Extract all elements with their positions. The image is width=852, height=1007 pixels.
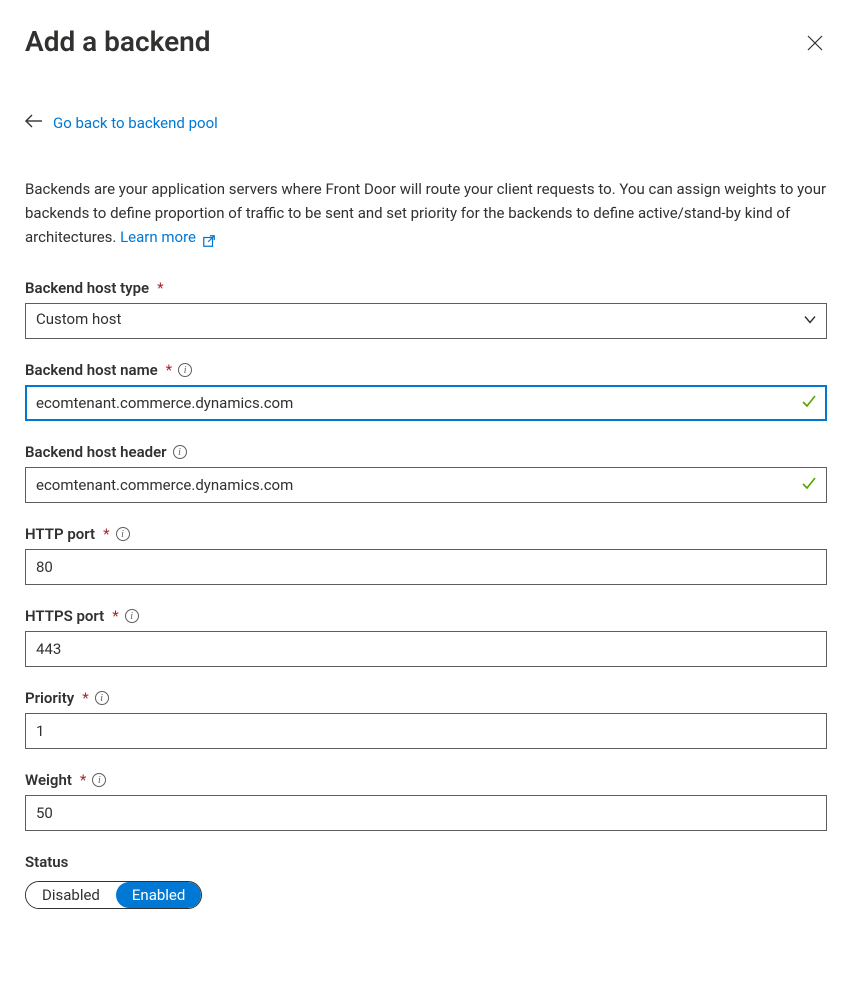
required-marker: *: [82, 689, 88, 707]
status-enabled-button[interactable]: Enabled: [116, 882, 201, 908]
external-link-icon: [202, 231, 216, 245]
description-text: Backends are your application servers wh…: [25, 177, 827, 249]
host-header-label: Backend host header: [25, 443, 167, 461]
required-marker: *: [112, 607, 118, 625]
back-link[interactable]: Go back to backend pool: [53, 114, 218, 132]
https-port-input[interactable]: [25, 631, 827, 667]
back-link-row: Go back to backend pool: [25, 114, 218, 132]
host-type-select[interactable]: Custom host: [25, 303, 827, 339]
host-header-input[interactable]: [25, 467, 827, 503]
close-icon: [807, 35, 823, 56]
info-icon[interactable]: i: [116, 527, 130, 541]
http-port-input[interactable]: [25, 549, 827, 585]
priority-input[interactable]: [25, 713, 827, 749]
page-title: Add a backend: [25, 25, 211, 58]
info-icon[interactable]: i: [178, 363, 192, 377]
info-icon[interactable]: i: [125, 609, 139, 623]
required-marker: *: [80, 771, 86, 789]
required-marker: *: [157, 279, 163, 297]
learn-more-link[interactable]: Learn more: [120, 228, 216, 246]
weight-label: Weight: [25, 771, 72, 789]
host-name-label: Backend host name: [25, 361, 158, 379]
status-disabled-button[interactable]: Disabled: [26, 882, 116, 908]
host-name-input[interactable]: [25, 385, 827, 421]
status-label: Status: [25, 853, 68, 871]
arrow-left-icon: [25, 114, 43, 132]
learn-more-text: Learn more: [120, 228, 196, 246]
status-toggle: Disabled Enabled: [25, 881, 202, 909]
required-marker: *: [166, 361, 172, 379]
priority-label: Priority: [25, 689, 74, 707]
required-marker: *: [103, 525, 109, 543]
info-icon[interactable]: i: [173, 445, 187, 459]
weight-input[interactable]: [25, 795, 827, 831]
info-icon[interactable]: i: [95, 691, 109, 705]
close-button[interactable]: [803, 31, 827, 60]
host-type-label: Backend host type: [25, 279, 149, 297]
info-icon[interactable]: i: [92, 773, 106, 787]
http-port-label: HTTP port: [25, 525, 95, 543]
https-port-label: HTTPS port: [25, 607, 104, 625]
